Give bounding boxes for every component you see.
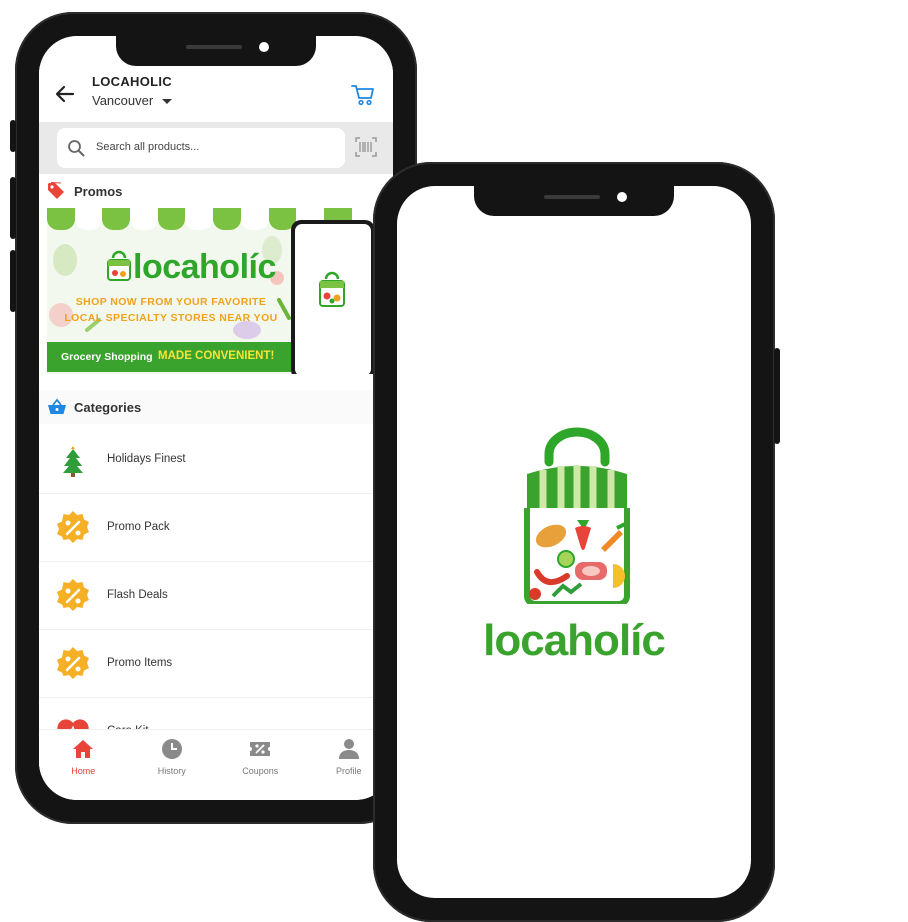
category-label: Flash Deals — [107, 589, 168, 601]
barcode-scan-icon[interactable] — [355, 137, 377, 157]
coupon-icon — [250, 742, 271, 756]
phone-side-button — [10, 250, 16, 312]
promos-title: Promos — [74, 184, 123, 199]
bag-logo-icon — [524, 427, 630, 604]
percent-badge-icon — [57, 579, 89, 611]
bag-logo-icon — [319, 271, 345, 307]
category-item-flash-deals[interactable]: Flash Deals — [39, 562, 393, 630]
phone-frame-home: LOCAHOLIC Vancouver Search all products.… — [10, 12, 417, 824]
search-placeholder: Search all products... — [96, 141, 200, 153]
tab-label: Home — [71, 766, 96, 776]
search-input[interactable]: Search all products... — [57, 128, 345, 168]
percent-badge-icon — [57, 511, 89, 543]
caret-down-icon[interactable] — [162, 99, 172, 104]
cart-icon[interactable] — [351, 84, 375, 106]
city-selector[interactable]: Vancouver — [92, 93, 153, 108]
phone-side-button — [774, 348, 780, 444]
person-icon — [338, 739, 359, 759]
phone-side-button — [10, 177, 16, 239]
home-icon — [73, 740, 94, 758]
phone-frame-splash: locaholíc — [373, 162, 780, 922]
app-header: LOCAHOLIC Vancouver — [39, 66, 393, 122]
category-item-promo-items[interactable]: Promo Items — [39, 630, 393, 698]
category-label: Promo Pack — [107, 521, 170, 533]
promos-section-header: Promos — [39, 174, 393, 208]
splash-brand-logo: locaholíc — [483, 616, 666, 665]
promo-banner[interactable]: locaholíc SHOP NOW FROM YOUR FAVORITE LO… — [47, 208, 393, 374]
tag-icon — [48, 182, 64, 199]
phone-notch — [116, 36, 316, 66]
christmas-tree-icon — [63, 446, 83, 477]
clock-icon — [161, 739, 182, 759]
banner-tagline-1: SHOP NOW FROM YOUR FAVORITE — [75, 296, 267, 308]
back-arrow-icon[interactable] — [53, 82, 77, 106]
tab-label: Coupons — [242, 766, 279, 776]
banner-strip-highlight: MADE CONVENIENT! — [158, 350, 275, 362]
tab-label: History — [157, 766, 186, 776]
search-bar-area: Search all products... — [39, 122, 393, 174]
phone-notch — [474, 186, 674, 216]
tab-history[interactable]: History — [128, 730, 217, 800]
search-icon — [68, 140, 85, 157]
category-list: Holidays Finest Promo Pack Flash Deals P… — [39, 426, 393, 766]
tab-home[interactable]: Home — [39, 730, 128, 800]
percent-badge-icon — [57, 647, 89, 679]
category-item-promo-pack[interactable]: Promo Pack — [39, 494, 393, 562]
banner-tagline-2: LOCAL SPECIALTY STORES NEAR YOU — [64, 312, 278, 324]
banner-mini-phone — [291, 220, 375, 374]
banner-strip-text: Grocery Shopping — [61, 351, 153, 363]
category-item-holidays-finest[interactable]: Holidays Finest — [39, 426, 393, 494]
category-label: Promo Items — [107, 657, 173, 669]
splash-screen: locaholíc — [397, 186, 751, 898]
bag-logo-icon — [107, 250, 131, 281]
tab-coupons[interactable]: Coupons — [216, 730, 305, 800]
category-label: Holidays Finest — [107, 453, 186, 465]
banner-strip: Grocery Shopping MADE CONVENIENT! — [47, 342, 291, 372]
basket-icon — [48, 398, 66, 414]
bottom-tab-bar: Home History Coupons Profile — [39, 729, 393, 800]
home-screen: LOCAHOLIC Vancouver Search all products.… — [39, 36, 393, 800]
phone-side-button — [10, 120, 16, 152]
app-title: LOCAHOLIC — [92, 74, 172, 89]
categories-title: Categories — [74, 400, 142, 415]
banner-brand-logo: locaholíc — [133, 248, 276, 286]
categories-section-header: Categories — [39, 390, 393, 424]
